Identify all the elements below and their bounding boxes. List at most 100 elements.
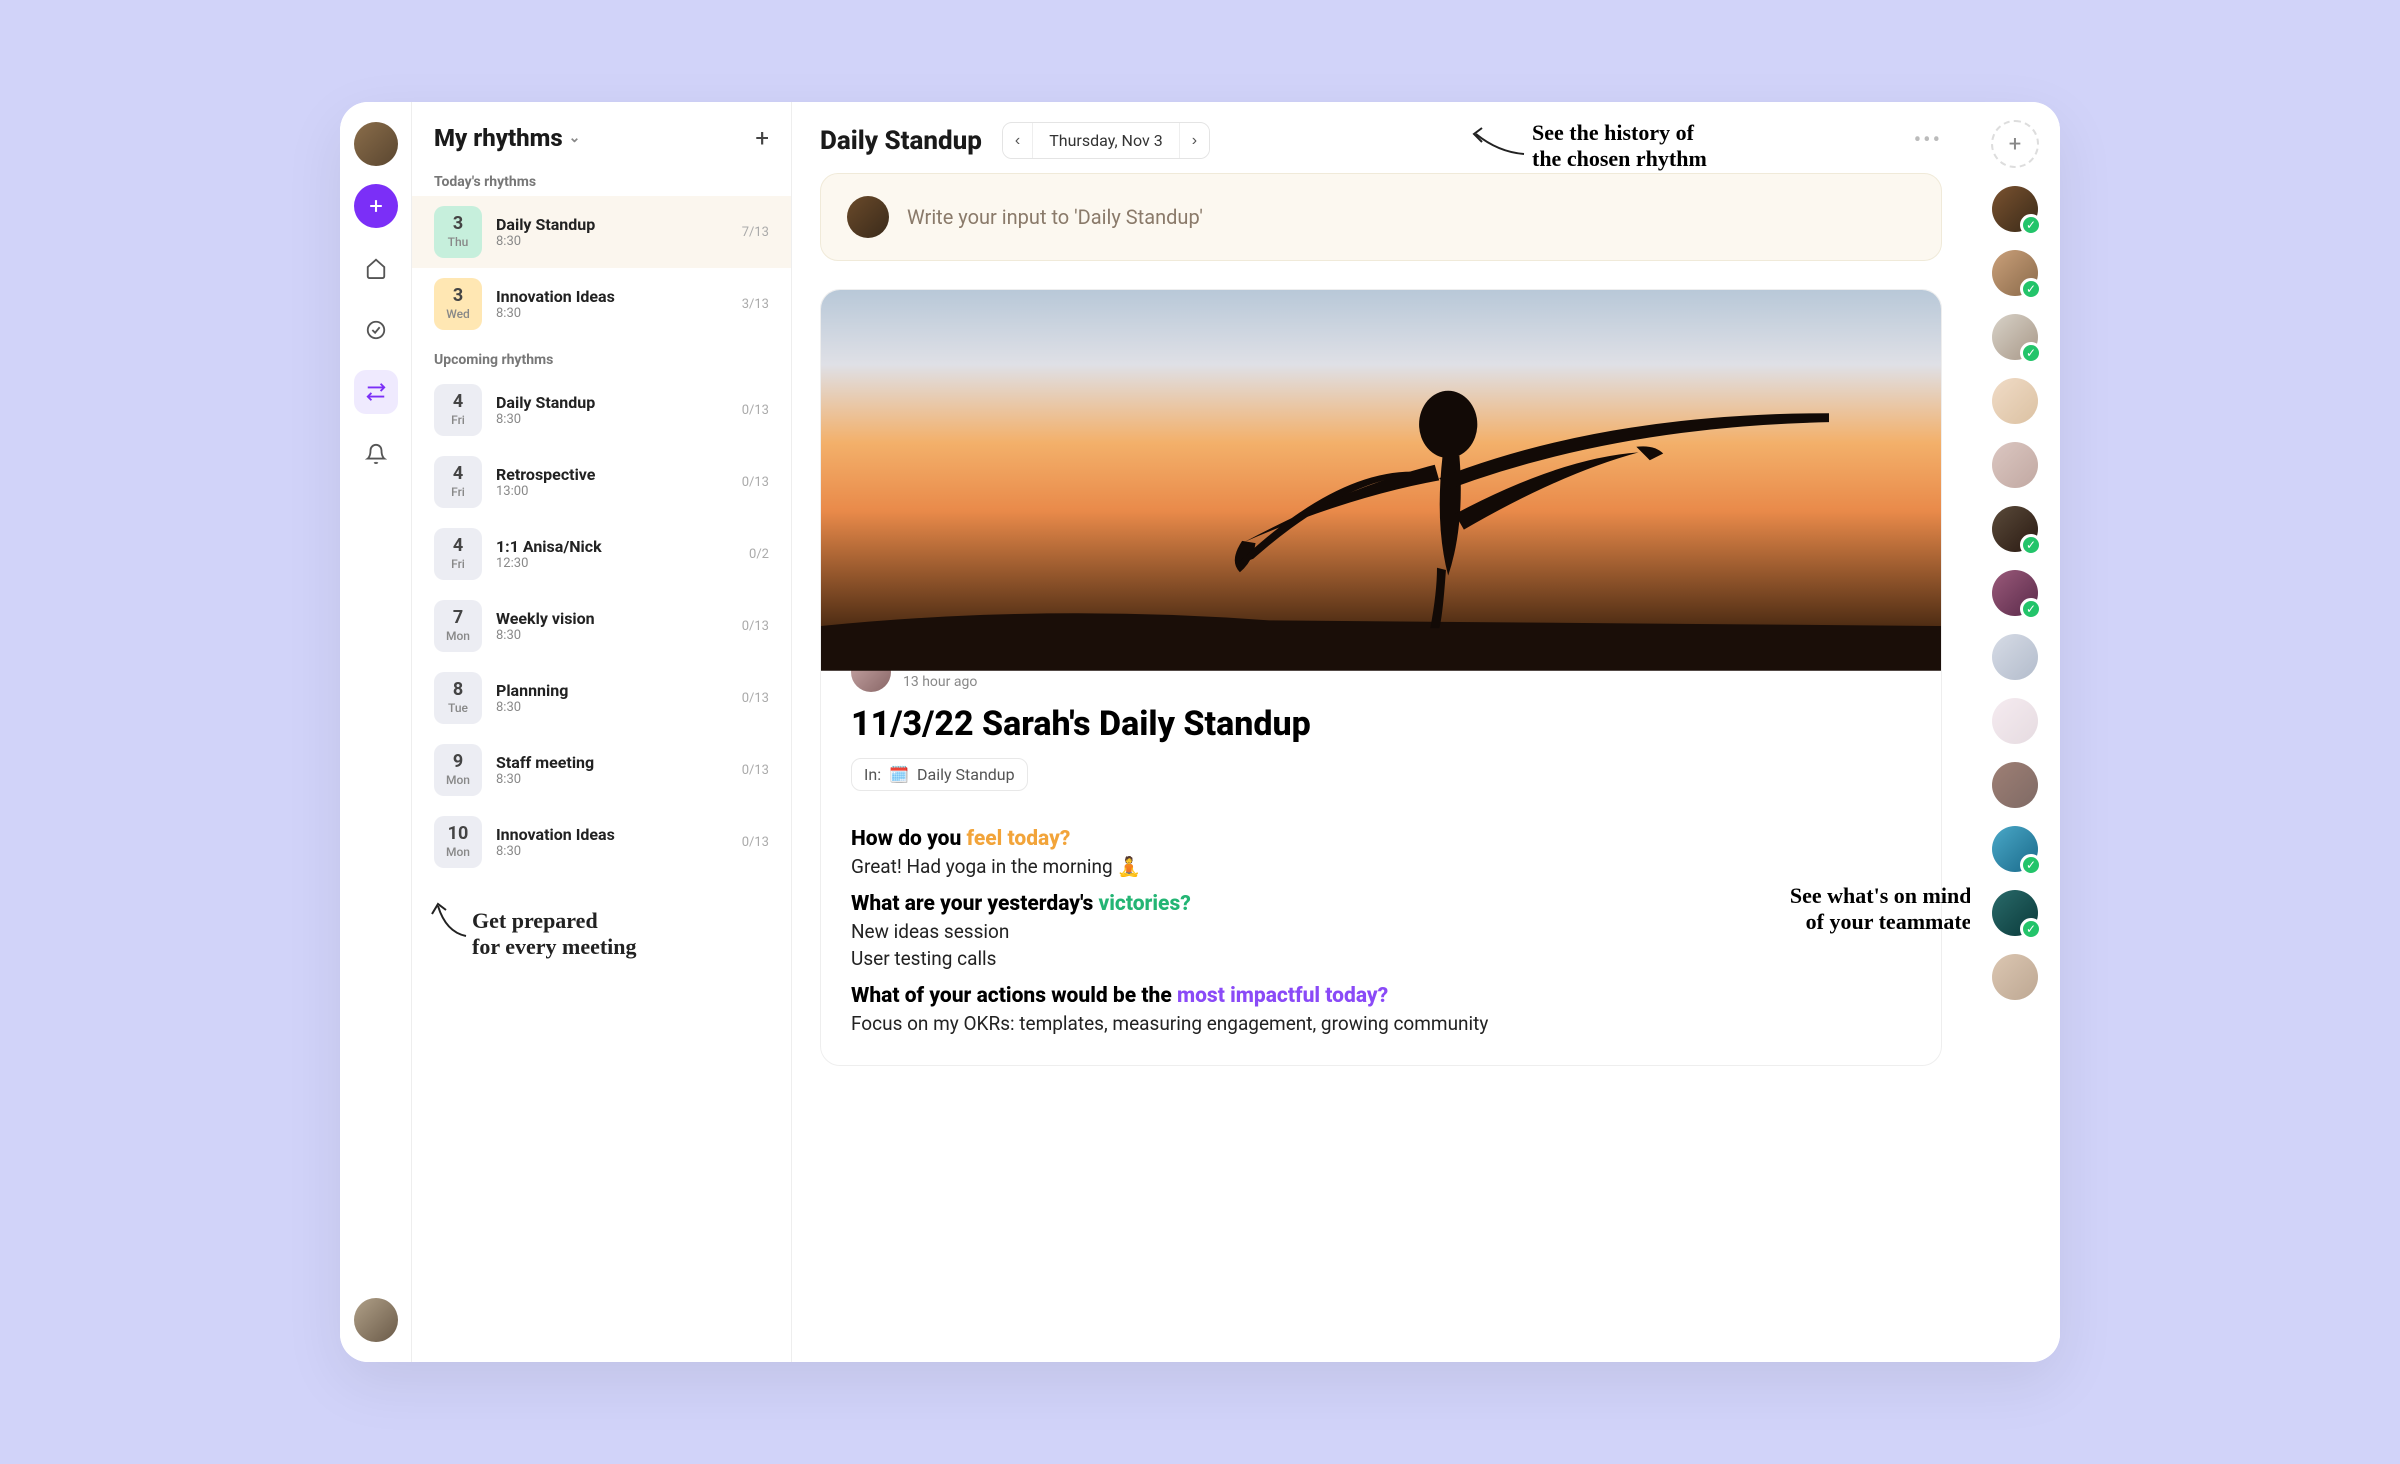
rhythm-item[interactable]: 4Fri Daily Standup8:30 0/13 xyxy=(412,374,791,446)
date-chip: 10Mon xyxy=(434,816,482,868)
teammate-avatar[interactable]: ✓ xyxy=(1992,506,2038,552)
teammate-avatar[interactable] xyxy=(1992,442,2038,488)
rhythm-title: Daily Standup xyxy=(496,393,728,412)
teammate-avatar[interactable]: ✓ xyxy=(1992,570,2038,616)
rhythm-item[interactable]: 8TuePlannning8:300/13 xyxy=(412,662,791,734)
page-title: Daily Standup xyxy=(820,126,982,156)
add-teammate-button[interactable]: + xyxy=(1991,120,2039,168)
date-next-button[interactable]: › xyxy=(1180,124,1209,158)
annotation-history: See the history of the chosen rhythm xyxy=(1532,120,1707,172)
rhythm-count: 0/13 xyxy=(742,475,769,490)
rhythm-item[interactable]: 3Wed Innovation Ideas8:30 3/13 xyxy=(412,268,791,340)
rhythm-title: Staff meeting xyxy=(496,753,728,772)
compose-avatar xyxy=(847,196,889,238)
content-area: Write your input to 'Daily Standup' xyxy=(792,173,1970,1362)
rhythm-item[interactable]: 7MonWeekly vision8:300/13 xyxy=(412,590,791,662)
question-impact: What of your actions would be the most i… xyxy=(851,984,1911,1008)
more-menu-button[interactable]: ••• xyxy=(1914,128,1942,153)
rhythm-title: Plannning xyxy=(496,681,728,700)
date-chip: 3Wed xyxy=(434,278,482,330)
rhythm-item[interactable]: 4Fri1:1 Anisa/Nick12:300/2 xyxy=(412,518,791,590)
date-chip: 8Tue xyxy=(434,672,482,724)
teammate-avatar[interactable]: ✓ xyxy=(1992,186,2038,232)
rhythms-icon[interactable] xyxy=(354,370,398,414)
check-icon: ✓ xyxy=(2020,534,2042,556)
add-rhythm-button[interactable]: + xyxy=(755,124,769,152)
rhythm-item[interactable]: 10Mon Innovation Ideas8:30 0/13 xyxy=(412,806,791,878)
check-icon: ✓ xyxy=(2020,214,2042,236)
post-timestamp: 13 hour ago xyxy=(903,674,977,690)
date-chip: 9Mon xyxy=(434,744,482,796)
team-rail: + ✓✓✓✓✓✓✓ xyxy=(1970,102,2060,1362)
rhythm-count: 0/13 xyxy=(742,835,769,850)
rhythm-item[interactable]: 9Mon Staff meeting8:30 0/13 xyxy=(412,734,791,806)
teammate-avatar[interactable] xyxy=(1992,954,2038,1000)
compose-placeholder: Write your input to 'Daily Standup' xyxy=(907,205,1203,229)
teammate-avatar[interactable]: ✓ xyxy=(1992,826,2038,872)
date-navigator: ‹ Thursday, Nov 3 › xyxy=(1002,122,1210,159)
rhythm-title: Weekly vision xyxy=(496,609,728,628)
rhythm-count: 0/13 xyxy=(742,763,769,778)
date-chip: 4Fri xyxy=(434,456,482,508)
rhythm-time: 8:30 xyxy=(496,700,728,715)
check-icon: ✓ xyxy=(2020,278,2042,300)
chevron-down-icon: ⌄ xyxy=(569,130,581,146)
check-icon: ✓ xyxy=(2020,342,2042,364)
post-title: 11/3/22 Sarah's Daily Standup xyxy=(851,704,1911,744)
sidebar-title[interactable]: My rhythms ⌄ xyxy=(434,124,580,152)
rhythm-time: 8:30 xyxy=(496,412,728,427)
user-avatar[interactable] xyxy=(354,1298,398,1342)
rhythm-count: 0/13 xyxy=(742,403,769,418)
rhythm-count: 7/13 xyxy=(742,225,769,240)
post-in-chip[interactable]: In: 🗓️ Daily Standup xyxy=(851,758,1028,791)
rhythm-title: Innovation Ideas xyxy=(496,287,728,306)
rhythm-time: 8:30 xyxy=(496,772,728,787)
main-panel: Daily Standup ‹ Thursday, Nov 3 › ••• Se… xyxy=(792,102,1970,1362)
rhythm-count: 0/2 xyxy=(749,547,769,562)
notifications-icon[interactable] xyxy=(354,432,398,476)
rhythm-title: Innovation Ideas xyxy=(496,825,728,844)
date-prev-button[interactable]: ‹ xyxy=(1003,124,1032,158)
rhythm-item[interactable]: 4Fri Retrospective13:00 0/13 xyxy=(412,446,791,518)
check-icon: ✓ xyxy=(2020,918,2042,940)
calendar-icon: 🗓️ xyxy=(889,765,909,784)
answer-victories-1: New ideas session xyxy=(851,920,1911,943)
sidebar: My rhythms ⌄ + Today's rhythms 3ThuDaily… xyxy=(412,102,792,1362)
answer-victories-2: User testing calls xyxy=(851,947,1911,970)
teammate-avatar[interactable] xyxy=(1992,378,2038,424)
annotation-prepared: Get prepared for every meeting xyxy=(412,878,791,970)
rhythm-time: 8:30 xyxy=(496,628,728,643)
upcoming-rhythms-label: Upcoming rhythms xyxy=(412,340,791,374)
rhythm-title: Daily Standup xyxy=(496,215,728,234)
rhythm-time: 8:30 xyxy=(496,844,728,859)
tasks-icon[interactable] xyxy=(354,308,398,352)
app-window: My rhythms ⌄ + Today's rhythms 3ThuDaily… xyxy=(340,102,2060,1362)
home-icon[interactable] xyxy=(354,246,398,290)
check-icon: ✓ xyxy=(2020,854,2042,876)
check-icon: ✓ xyxy=(2020,598,2042,620)
teammate-avatar[interactable]: ✓ xyxy=(1992,890,2038,936)
rhythm-item[interactable]: 3ThuDaily Standup8:307/13 xyxy=(412,196,791,268)
teammate-avatar[interactable]: ✓ xyxy=(1992,250,2038,296)
teammate-avatar[interactable]: ✓ xyxy=(1992,314,2038,360)
question-feel: How do you feel today? xyxy=(851,827,1911,851)
rhythm-time: 13:00 xyxy=(496,484,728,499)
nav-rail xyxy=(340,102,412,1362)
compose-input-card[interactable]: Write your input to 'Daily Standup' xyxy=(820,173,1942,261)
rhythm-count: 3/13 xyxy=(742,297,769,312)
annotation-teammates: See what's on minds of your teammates xyxy=(1790,883,1970,935)
answer-feel: Great! Had yoga in the morning 🧘 xyxy=(851,855,1911,878)
post-card: Sarah 13 hour ago 11/3/22 Sarah's Daily … xyxy=(820,289,1942,1066)
teammate-avatar[interactable] xyxy=(1992,698,2038,744)
post-hero-image xyxy=(821,290,1941,630)
main-header: Daily Standup ‹ Thursday, Nov 3 › ••• xyxy=(792,102,1970,173)
rhythm-time: 8:30 xyxy=(496,306,728,321)
teammate-avatar[interactable] xyxy=(1992,634,2038,680)
workspace-avatar[interactable] xyxy=(354,122,398,166)
rhythm-title: Retrospective xyxy=(496,465,728,484)
date-label[interactable]: Thursday, Nov 3 xyxy=(1032,123,1179,158)
create-button[interactable] xyxy=(354,184,398,228)
rhythm-count: 0/13 xyxy=(742,619,769,634)
teammate-avatar[interactable] xyxy=(1992,762,2038,808)
date-chip: 4Fri xyxy=(434,384,482,436)
